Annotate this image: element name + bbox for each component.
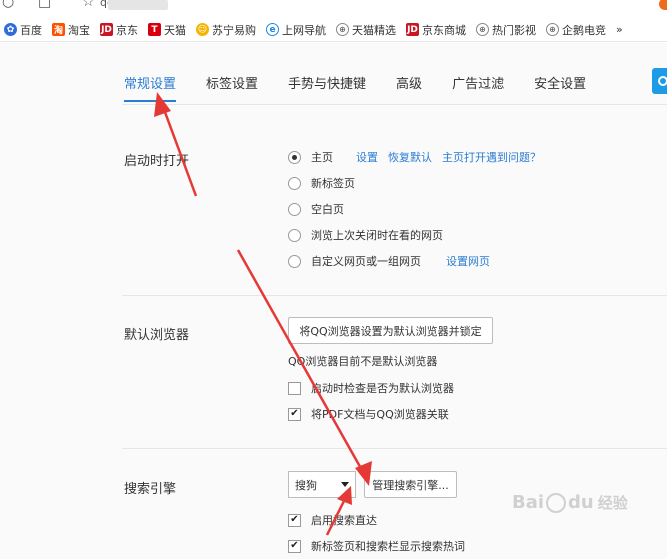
radio-last-session[interactable] [288,228,301,242]
set-pages-link[interactable]: 设置网页 [446,253,490,269]
manage-search-engines-button[interactable]: 管理搜索引擎... [364,471,457,498]
bookmark-item[interactable]: ⊕ 热门影视 [476,22,536,38]
startup-title: 启动时打开 [124,154,190,169]
bookmark-label: 天猫精选 [352,23,396,37]
browser-divider [122,448,667,449]
globe-icon: ⊕ [546,23,559,36]
bookmark-label: 上网导航 [282,23,326,37]
tab-2[interactable]: 手势与快捷键 [288,73,366,102]
pdf-assoc-checkbox[interactable]: ✔ [288,407,301,421]
search-title: 搜索引擎 [124,482,177,497]
url-blur [108,0,168,10]
bookmark-item[interactable]: 淘淘宝 [52,22,90,38]
restore-default-link[interactable]: 恢复默认 [388,149,432,165]
bookmark-item[interactable]: ⊕ 企鹅电竞 [546,22,606,38]
tabs-divider [122,104,667,105]
ie-icon: e [266,23,279,36]
address-bar-strip: ○ □ ☆ qq [0,0,667,14]
bookmark-item[interactable]: JD 京东 [100,22,138,38]
tab-1[interactable]: 标签设置 [206,73,258,102]
startup-divider [122,295,667,296]
suning-icon: ☺ [196,23,209,36]
settings-tabs: 常规设置 标签设置 手势与快捷键 高级 广告过滤 安全设置 [124,73,616,102]
reload-icon[interactable]: ○ [2,0,14,10]
baidu-icon: ✿ [4,23,17,36]
radio-new-tab[interactable] [288,176,301,190]
search-hot-checkbox[interactable]: ✔ [288,539,301,553]
taobao-icon: 淘 [52,23,65,36]
settings-page: 常规设置 标签设置 手势与快捷键 高级 广告过滤 安全设置 启动时打开 主页 设置 恢复默… [0,43,667,559]
bookmark-label: 热门影视 [492,23,536,37]
bookmark-item[interactable]: JD 京东商城 [406,22,466,38]
radio-home[interactable] [288,150,301,164]
pdf-assoc-row[interactable]: ✔ 将PDF文档与QQ浏览器关联 [288,406,449,422]
bookmark-label: 淘宝 [68,23,90,37]
bookmark-label: 京东 [116,23,138,37]
bookmark-label: 苏宁易购 [212,23,256,37]
bookmark-label: 天猫 [164,23,186,37]
default-browser-title: 默认浏览器 [124,328,190,343]
bookmark-label: 京东商城 [422,23,466,37]
check-on-start-checkbox[interactable] [288,381,301,395]
search-engine-select[interactable]: 搜狗 [288,471,356,498]
startup-option-new-tab[interactable]: 新标签页 [288,175,355,191]
startup-option-last-session[interactable]: 浏览上次关闭时在看的网页 [288,227,443,243]
orange-badge-icon[interactable] [659,0,667,10]
startup-option-blank[interactable]: 空白页 [288,201,344,217]
set-default-browser-button[interactable]: 将QQ浏览器设置为默认浏览器并锁定 [288,317,493,344]
jd-icon: JD [100,23,113,36]
bookmarks-bar: ✿ 百度淘淘宝 JD 京东 T 天猫 ☺ 苏宁易购 e 上网导航 ⊕ 天猫精选 JD 京东商城 ⊕ 热门影视 ⊕… [0,18,667,42]
search-direct-checkbox[interactable]: ✔ [288,513,301,527]
tab-0[interactable]: 常规设置 [124,73,177,102]
home-icon[interactable]: □ [38,0,51,10]
settings-link[interactable]: 设置 [356,149,378,165]
search-direct-row[interactable]: ✔ 启用搜索直达 [288,512,377,528]
bookmark-label: 企鹅电竞 [562,23,606,37]
user-icon[interactable] [652,68,667,94]
startup-option-home[interactable]: 主页 设置 恢复默认 主页打开遇到问题？ [288,149,541,165]
baidu-jingyan-watermark: Bai du 经验 [512,492,628,513]
baidu-paw-icon [546,492,567,513]
home-problem-link[interactable]: 主页打开遇到问题？ [442,149,541,165]
tab-3[interactable]: 高级 [396,73,422,102]
star-icon[interactable]: ☆ [82,0,95,10]
jd-icon: JD [406,23,419,36]
radio-blank[interactable] [288,202,301,216]
bookmark-item[interactable]: ✿ 百度 [4,22,42,38]
radio-custom[interactable] [288,254,301,268]
tab-4[interactable]: 广告过滤 [452,73,504,102]
tab-5[interactable]: 安全设置 [534,73,586,102]
bookmark-item[interactable]: e 上网导航 [266,22,326,38]
bookmarks-more-icon[interactable]: » [616,23,623,36]
globe-icon: ⊕ [476,23,489,36]
globe-icon: ⊕ [336,23,349,36]
bookmark-label: 百度 [20,23,42,37]
startup-option-custom[interactable]: 自定义网页或一组网页 设置网页 [288,253,490,269]
bookmark-item[interactable]: ☺ 苏宁易购 [196,22,256,38]
check-on-start-row[interactable]: 启动时检查是否为默认浏览器 [288,380,454,396]
chevron-down-icon [341,482,349,487]
search-hot-row[interactable]: ✔ 新标签页和搜索栏显示搜索热词 [288,538,465,554]
tmall-icon: T [148,23,161,36]
bookmark-item[interactable]: ⊕ 天猫精选 [336,22,396,38]
bookmark-item[interactable]: T 天猫 [148,22,186,38]
default-browser-status: QQ浏览器目前不是默认浏览器 [288,355,438,368]
